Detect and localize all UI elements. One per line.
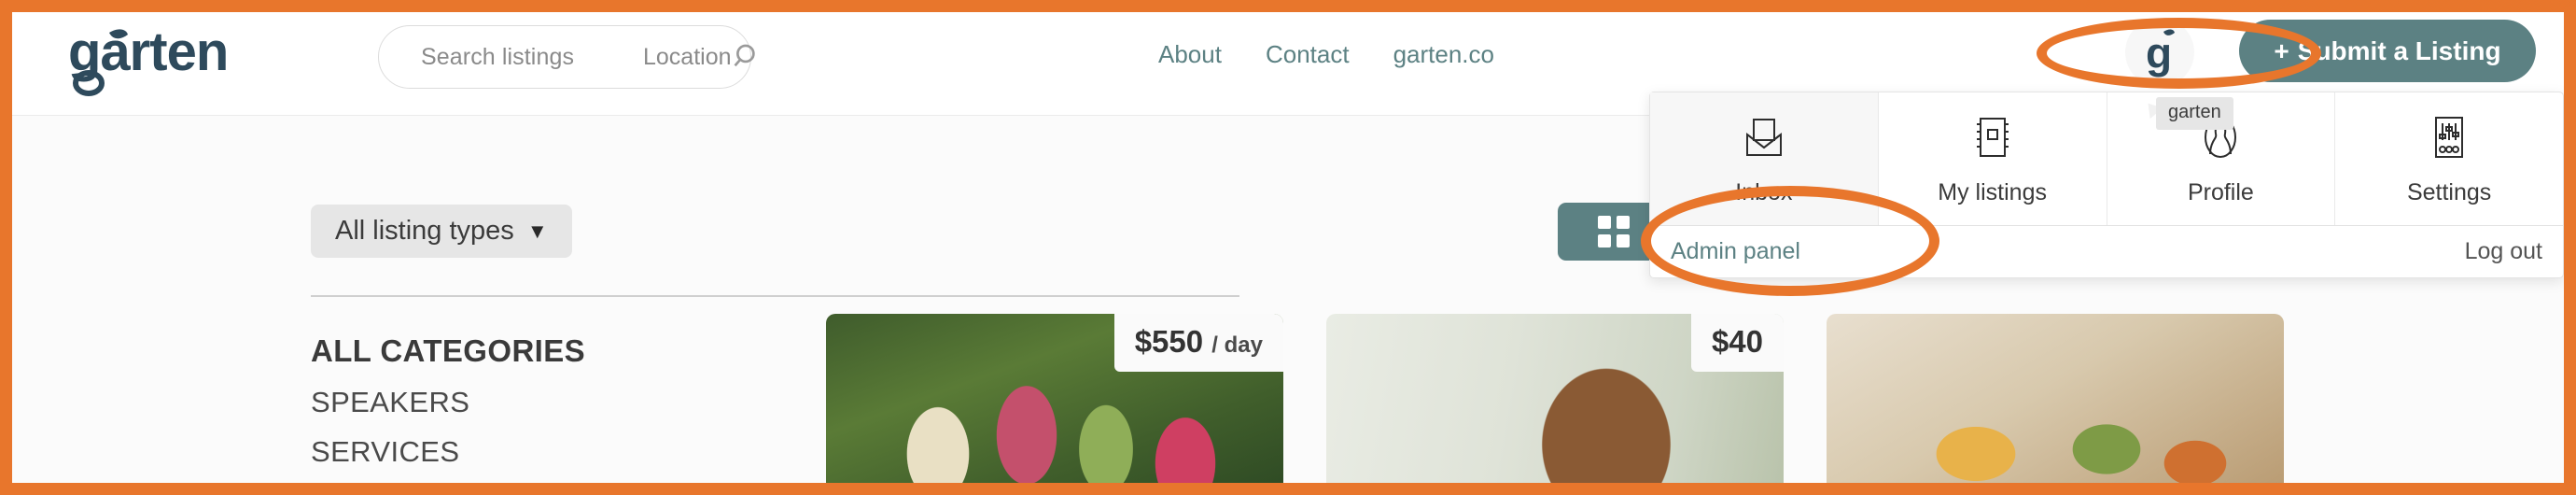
plus-icon: +: [2274, 35, 2289, 65]
listing-card[interactable]: $550 / day: [826, 314, 1283, 483]
listing-card[interactable]: $40: [1326, 314, 1784, 483]
submit-listing-label: Submit a Listing: [2297, 35, 2501, 65]
user-menu-footer: Admin panel Log out: [1650, 226, 2563, 277]
user-menu-dropdown: Inbox My listings Profile Settings Admin…: [1649, 92, 2564, 278]
avatar-tooltip: garten: [2156, 97, 2233, 130]
listing-card[interactable]: [1827, 314, 2284, 483]
price-amount: $550: [1134, 324, 1204, 359]
price-amount: $40: [1711, 324, 1763, 359]
user-menu-label: My listings: [1938, 178, 2047, 205]
user-menu-items: Inbox My listings Profile Settings: [1650, 92, 2563, 226]
page-surface: garten Search listings Location About Co…: [12, 12, 2564, 483]
listing-price: $40: [1690, 314, 1784, 372]
nav-link-contact[interactable]: Contact: [1266, 40, 1350, 69]
listing-image: [1827, 314, 2284, 483]
sliders-icon: [2424, 112, 2474, 167]
user-avatar[interactable]: g: [2125, 18, 2194, 87]
grid-view-icon: [1598, 216, 1630, 248]
logout-link[interactable]: Log out: [2465, 238, 2542, 265]
user-menu-label: Profile: [2187, 178, 2254, 205]
listing-types-label: All listing types: [335, 216, 514, 246]
user-menu-item-my-listings[interactable]: My listings: [1879, 92, 2107, 225]
category-list: ALL CATEGORIES SPEAKERS SERVICES: [311, 326, 796, 476]
admin-panel-link[interactable]: Admin panel: [1671, 238, 1800, 265]
content-divider: [311, 295, 1239, 297]
user-menu-item-inbox[interactable]: Inbox: [1650, 92, 1879, 225]
nav-link-garten-co[interactable]: garten.co: [1393, 40, 1494, 69]
search-icon[interactable]: [732, 28, 763, 86]
category-item-speakers[interactable]: SPEAKERS: [311, 377, 796, 427]
notebook-icon: [1967, 112, 2018, 167]
search-listings-input[interactable]: Search listings: [379, 44, 608, 71]
nav-link-about[interactable]: About: [1158, 40, 1222, 69]
primary-nav: About Contact garten.co: [1158, 40, 1494, 69]
category-item-services[interactable]: SERVICES: [311, 427, 796, 476]
user-menu-item-settings[interactable]: Settings: [2335, 92, 2563, 225]
envelope-open-icon: [1739, 112, 1789, 167]
location-input[interactable]: Location: [608, 44, 732, 71]
listing-price: $550 / day: [1113, 314, 1283, 372]
submit-listing-button[interactable]: + Submit a Listing: [2239, 20, 2536, 82]
user-menu-label: Inbox: [1735, 178, 1793, 205]
annotated-screenshot: garten Search listings Location About Co…: [0, 0, 2576, 495]
user-menu-label: Settings: [2406, 178, 2492, 205]
site-header: garten Search listings Location About Co…: [12, 12, 2564, 130]
price-period: / day: [1211, 332, 1263, 358]
search-bar[interactable]: Search listings Location: [378, 25, 755, 89]
svg-text:g: g: [2146, 29, 2172, 78]
all-categories-heading: ALL CATEGORIES: [311, 333, 586, 368]
chevron-down-icon: ▼: [526, 219, 548, 243]
garten-logo[interactable]: garten: [68, 21, 283, 96]
listing-types-dropdown[interactable]: All listing types ▼: [311, 205, 572, 258]
